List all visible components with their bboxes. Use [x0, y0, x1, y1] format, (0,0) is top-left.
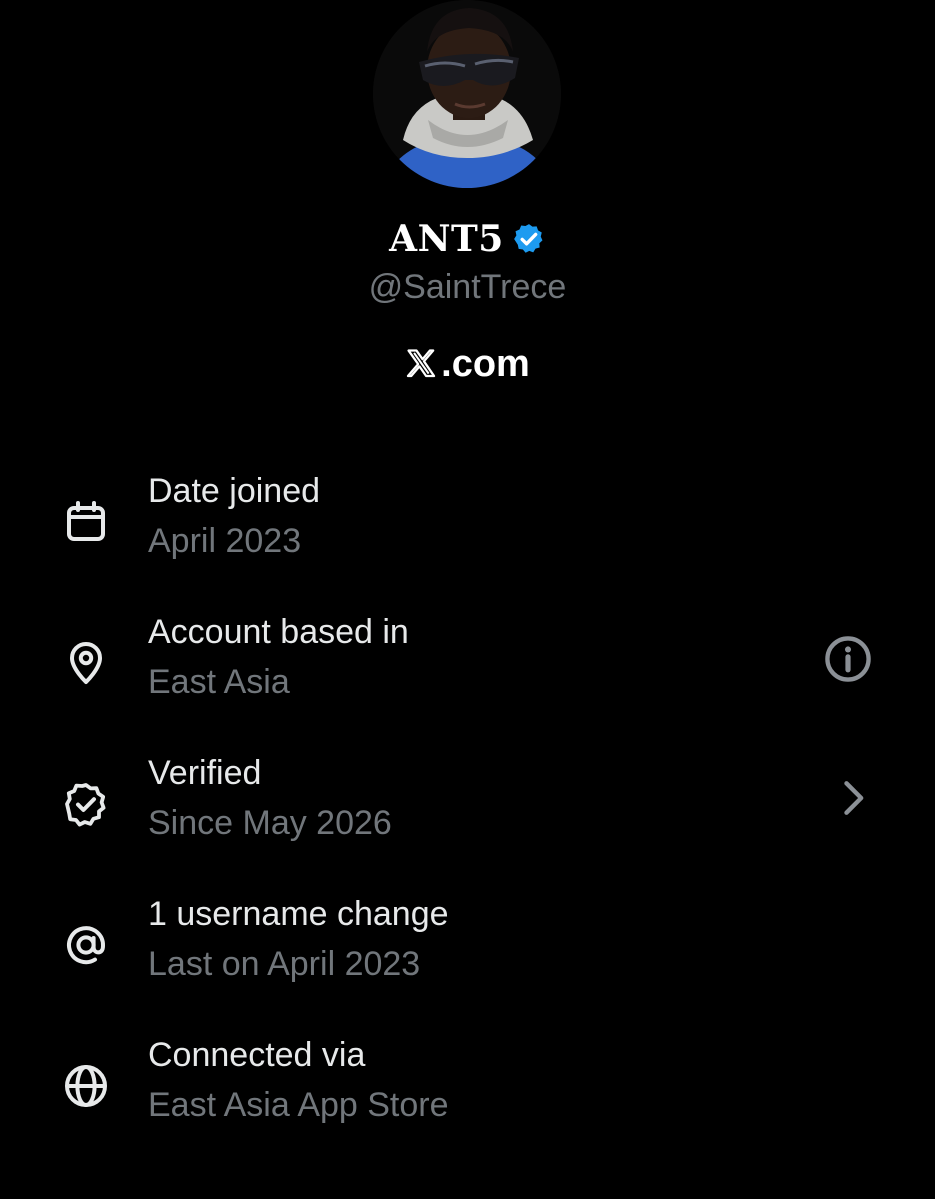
verified-badge-icon[interactable]: [512, 222, 546, 256]
info-title: Connected via: [148, 1036, 366, 1074]
at-sign-icon: [67, 926, 106, 965]
avatar[interactable]: [373, 0, 561, 188]
profile-name-row: ANT5: [0, 214, 935, 264]
info-subtitle: Last on April 2023: [148, 945, 421, 983]
info-title: Account based in: [148, 613, 409, 651]
site-link[interactable]: .com: [0, 338, 935, 390]
info-subtitle: April 2023: [148, 522, 302, 560]
info-date-joined: Date joined April 2023: [0, 472, 935, 572]
info-title: Date joined: [148, 472, 321, 510]
globe-icon: [65, 1065, 107, 1107]
chevron-right-icon[interactable]: [830, 774, 874, 822]
info-title: 1 username change: [148, 895, 449, 933]
info-title: Verified: [148, 754, 262, 792]
info-subtitle: East Asia: [148, 663, 290, 701]
verified-check-icon: [65, 783, 106, 827]
info-account-based-in: Account based in East Asia: [0, 613, 935, 713]
site-suffix: .com: [441, 342, 530, 385]
info-connected-via: Connected via East Asia App Store: [0, 1036, 935, 1136]
info-username-change: 1 username change Last on April 2023: [0, 895, 935, 995]
x-logo-icon: [406, 349, 436, 378]
info-subtitle: Since May 2026: [148, 804, 392, 842]
profile-handle: @SaintTrece: [368, 268, 567, 306]
calendar-icon: [67, 501, 105, 541]
info-subtitle: East Asia App Store: [148, 1086, 449, 1124]
location-pin-icon: [70, 642, 102, 684]
info-verified[interactable]: Verified Since May 2026: [0, 754, 935, 854]
info-icon[interactable]: [822, 633, 874, 685]
profile-photo: [373, 0, 561, 188]
display-name: ANT5: [389, 218, 504, 260]
